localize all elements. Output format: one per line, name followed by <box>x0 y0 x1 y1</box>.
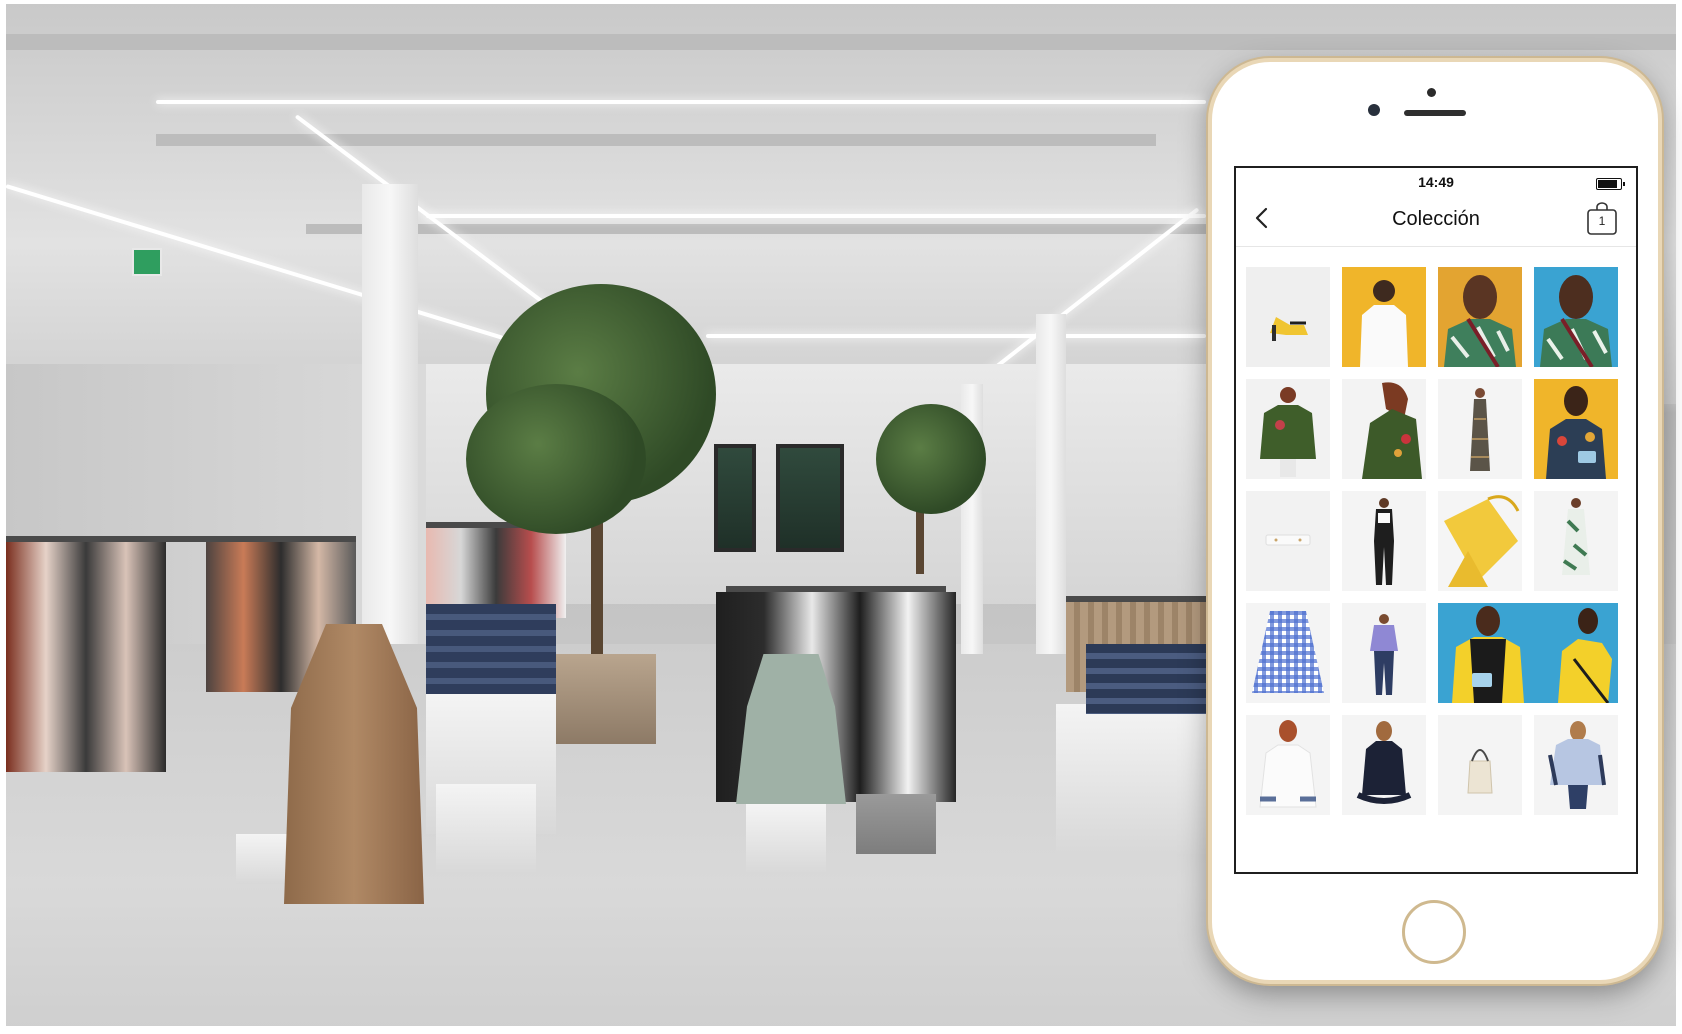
shop-window <box>714 444 756 552</box>
battery-icon <box>1596 178 1625 190</box>
product-image <box>1342 267 1426 367</box>
product-tile-long-print-dress[interactable] <box>1438 379 1522 479</box>
light-strip <box>156 100 1206 104</box>
product-image <box>1438 491 1522 591</box>
light-strip <box>706 334 1206 338</box>
app-screen: 14:49 Colección 1 <box>1234 166 1638 874</box>
product-tile-tropical-print-top-model-b[interactable] <box>1534 267 1618 367</box>
folded-jeans <box>426 604 556 694</box>
cart-button[interactable]: 1 <box>1586 202 1618 236</box>
display-table <box>746 804 826 874</box>
product-tile-white-embroidered-blouse[interactable] <box>1246 715 1330 815</box>
product-tile-green-embroidered-bomber[interactable] <box>1246 379 1330 479</box>
status-bar: 14:49 <box>1236 168 1636 192</box>
product-image <box>1342 379 1426 479</box>
status-time: 14:49 <box>1418 174 1454 190</box>
ceiling-beam <box>156 134 1156 146</box>
cart-count-badge: 1 <box>1598 214 1606 228</box>
product-tile-lace-trim-blouse[interactable] <box>1534 715 1618 815</box>
product-image <box>1438 715 1522 815</box>
tree-foliage <box>876 404 986 514</box>
product-tile-floral-dress-with-bag[interactable] <box>1534 379 1618 479</box>
product-tile-white-belt[interactable] <box>1246 491 1330 591</box>
nav-bar: Colección 1 <box>1236 192 1636 247</box>
product-image <box>1534 379 1618 479</box>
tree-foliage <box>466 384 646 534</box>
front-camera-icon <box>1368 104 1380 116</box>
pillar <box>362 184 418 644</box>
product-image <box>1534 491 1618 591</box>
product-image <box>1342 603 1426 703</box>
display-table <box>1056 704 1216 854</box>
product-image <box>1534 267 1618 367</box>
earpiece-speaker <box>1404 110 1466 116</box>
product-image <box>1438 267 1522 367</box>
product-tile-tropical-print-top-model-a[interactable] <box>1438 267 1522 367</box>
folded-jeans <box>1086 644 1216 714</box>
product-tile-yellow-tote-bag[interactable] <box>1438 491 1522 591</box>
product-image <box>1438 379 1522 479</box>
product-tile-yellow-heeled-mule[interactable] <box>1246 267 1330 367</box>
product-image <box>1246 379 1330 479</box>
product-tile-blue-gingham-skirt[interactable] <box>1246 603 1330 703</box>
product-image <box>1246 491 1330 591</box>
product-tile-lilac-shirt-and-jeans[interactable] <box>1342 603 1426 703</box>
product-tile-white-tee-model-yellow[interactable] <box>1342 267 1426 367</box>
product-image <box>1438 603 1618 703</box>
light-strip <box>426 214 1206 218</box>
product-image <box>1342 491 1426 591</box>
product-tile-black-jumpsuit[interactable] <box>1342 491 1426 591</box>
shop-window <box>776 444 844 552</box>
smartphone: 14:49 Colección 1 <box>1208 58 1662 984</box>
product-tile-black-ruffle-top[interactable] <box>1342 715 1426 815</box>
page-title: Colección <box>1392 208 1480 230</box>
product-tile-black-vest-yellow-shirt-models[interactable] <box>1438 603 1618 703</box>
product-image <box>1246 715 1330 815</box>
product-tile-green-print-dress[interactable] <box>1534 491 1618 591</box>
display-table <box>436 784 536 874</box>
product-image <box>1342 715 1426 815</box>
home-button[interactable] <box>1402 900 1466 964</box>
hanging-clothes <box>6 542 166 772</box>
exit-sign <box>132 248 162 276</box>
pillar <box>1036 314 1066 654</box>
product-tile-cream-bucket-bag[interactable] <box>1438 715 1522 815</box>
product-tile-green-embroidered-jacket-closeup[interactable] <box>1342 379 1426 479</box>
ceiling-beam <box>6 34 1676 50</box>
product-image <box>1246 603 1330 703</box>
collection-grid <box>1236 247 1636 815</box>
proximity-sensor <box>1427 88 1436 97</box>
tree-planter <box>556 654 656 744</box>
display-table <box>856 794 936 854</box>
product-image <box>1534 715 1618 815</box>
product-image <box>1246 267 1330 367</box>
